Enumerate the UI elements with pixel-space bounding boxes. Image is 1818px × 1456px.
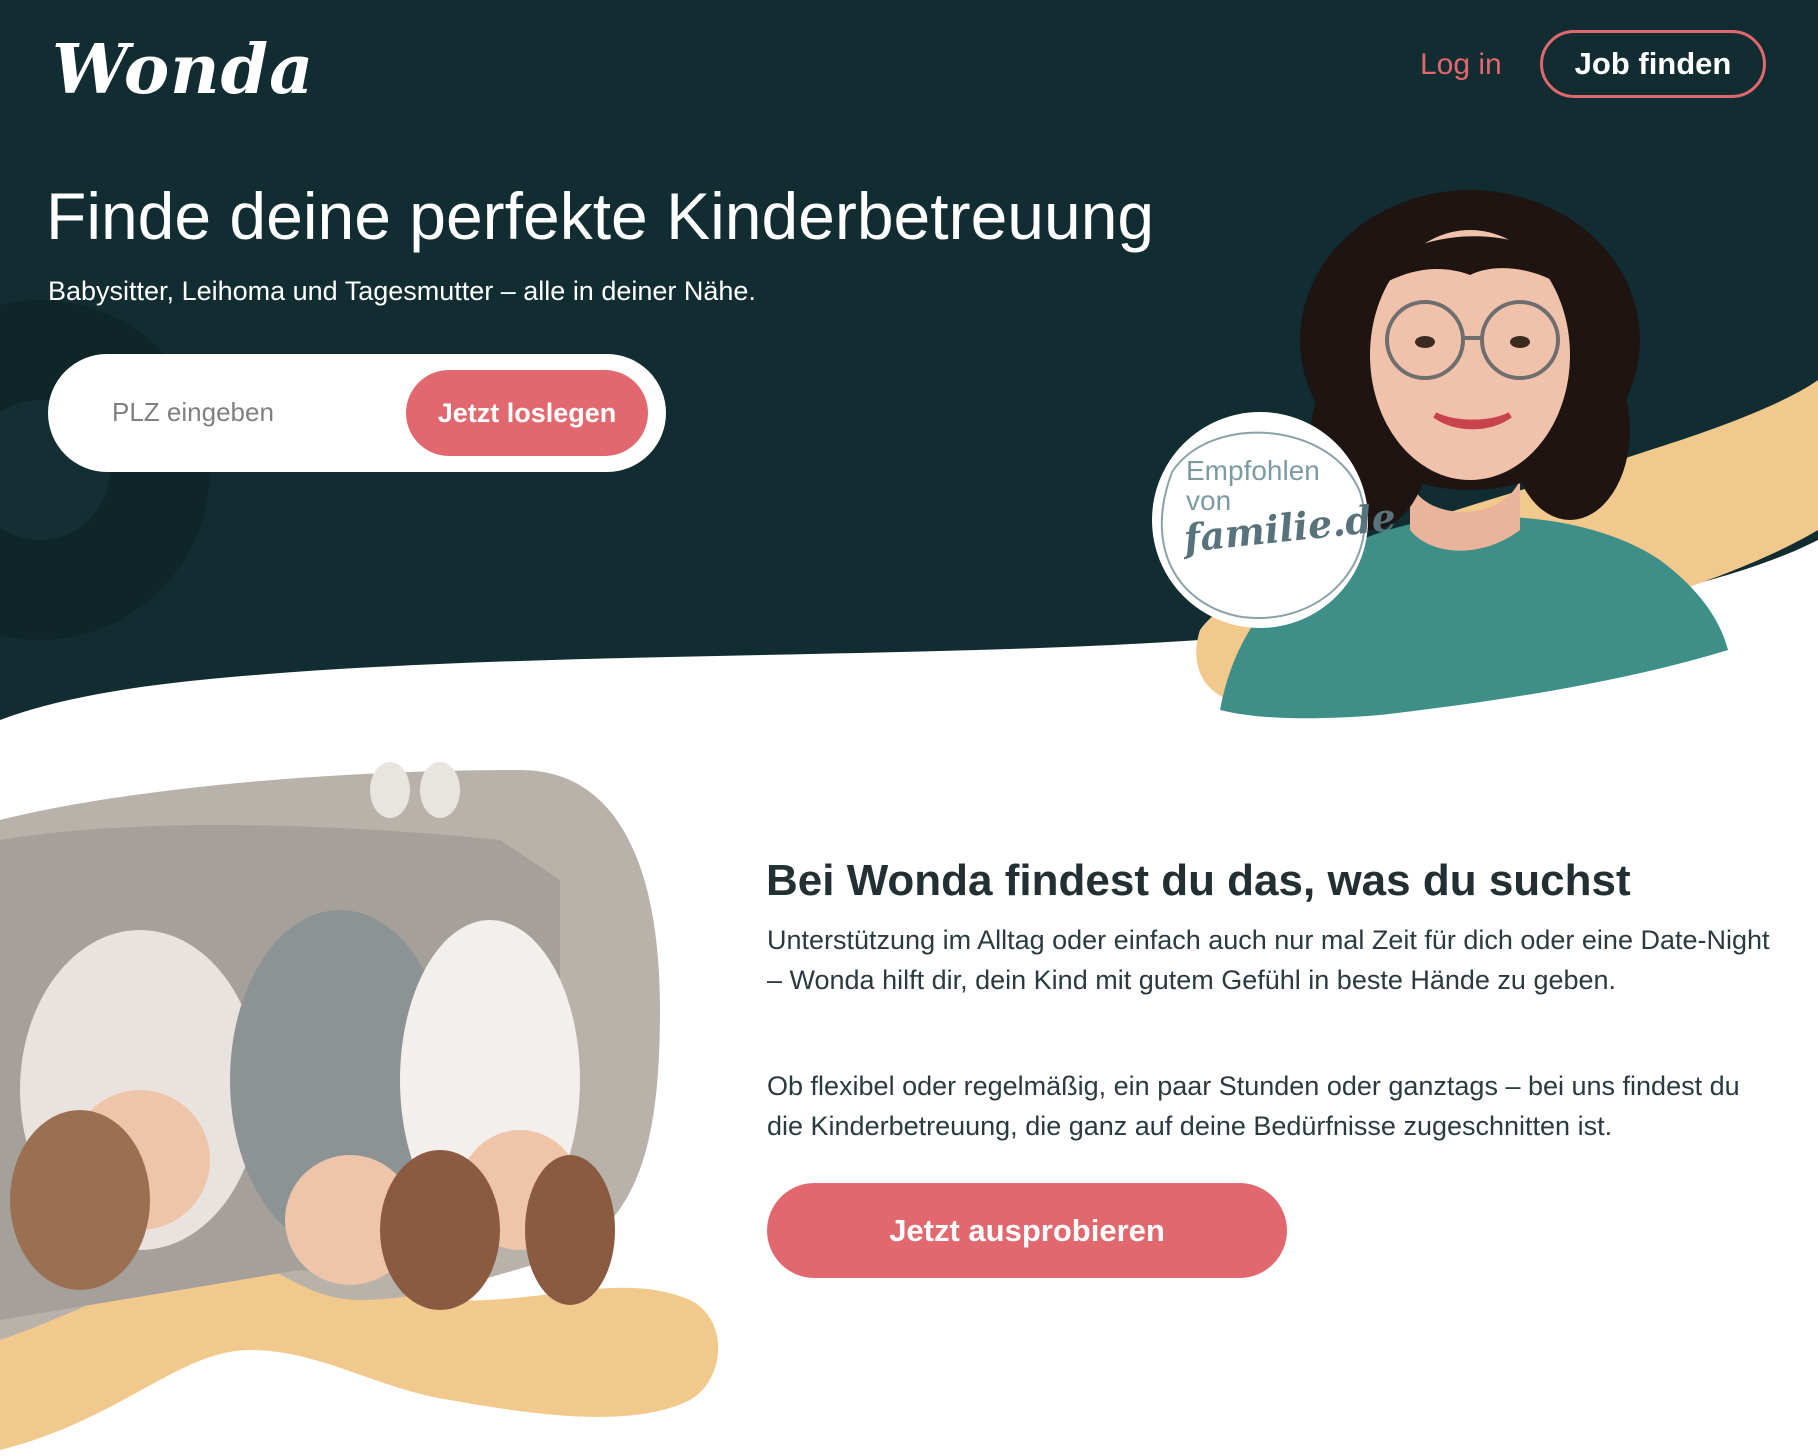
section-title: Bei Wonda findest du das, was du suchst xyxy=(766,856,1631,905)
section-paragraph-1: Unterstützung im Alltag oder einfach auc… xyxy=(767,925,1770,995)
login-link[interactable]: Log in xyxy=(1420,48,1502,82)
page: Wonda Log in Job finden Finde deine perf… xyxy=(0,0,1818,1456)
badge-line1: Empfohlen xyxy=(1186,455,1320,486)
postcode-search-box: Jetzt loslegen xyxy=(48,354,666,472)
wonda-logo[interactable]: Wonda xyxy=(52,30,314,110)
postcode-input[interactable] xyxy=(112,384,382,440)
jetzt-loslegen-button[interactable]: Jetzt loslegen xyxy=(406,370,648,456)
hero-title: Finde deine perfekte Kinderbetreuung xyxy=(46,179,1155,253)
job-finden-button[interactable]: Job finden xyxy=(1540,30,1766,98)
section-paragraph-2: Ob flexibel oder regelmäßig, ein paar St… xyxy=(767,1071,1740,1141)
jetzt-ausprobieren-button[interactable]: Jetzt ausprobieren xyxy=(767,1183,1287,1278)
hero-subtitle: Babysitter, Leihoma und Tagesmutter – al… xyxy=(48,276,756,306)
three-children-photo xyxy=(0,762,719,1450)
